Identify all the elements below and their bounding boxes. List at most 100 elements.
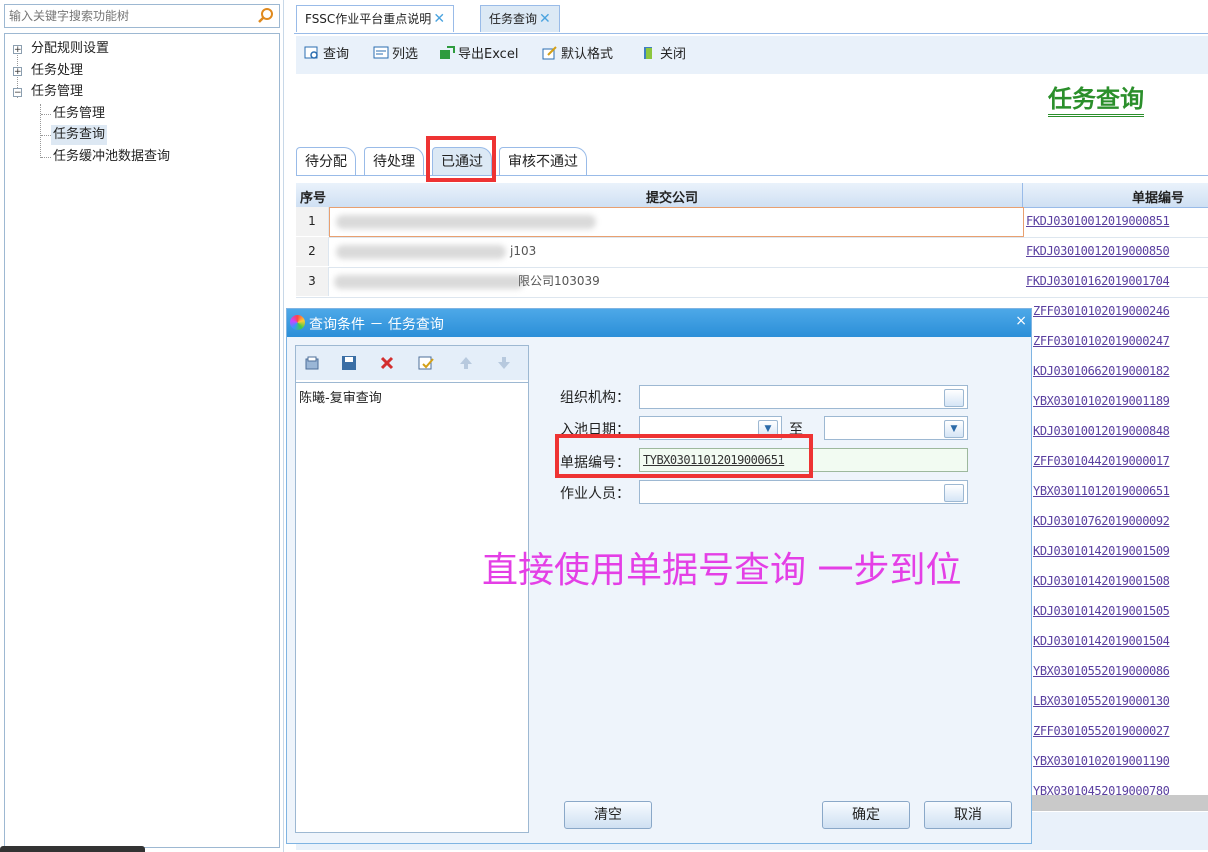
saved-query-toolbar bbox=[296, 346, 528, 380]
tree-item-task-processing[interactable]: 任务处理 bbox=[31, 61, 83, 81]
clear-button[interactable]: 清空 bbox=[564, 801, 652, 829]
query-button[interactable]: 查询 bbox=[304, 45, 349, 65]
tree-item-label: 任务管理 bbox=[31, 84, 84, 99]
worker-label: 作业人员： bbox=[560, 486, 630, 502]
horizontal-scrollbar[interactable] bbox=[1030, 795, 1208, 811]
move-up-icon[interactable] bbox=[458, 355, 474, 371]
tree-search-box[interactable] bbox=[4, 4, 280, 28]
toolbar: 查询 列选 导出Excel 默认格式 关闭 bbox=[296, 36, 1208, 74]
close-icon[interactable]: ✕ bbox=[433, 11, 445, 27]
button-label: 查询 bbox=[323, 47, 350, 62]
bill-no-link[interactable]: YBX03010552019000086 bbox=[1033, 664, 1170, 678]
redacted-text bbox=[334, 275, 524, 289]
tree-item-allocation-rules[interactable]: 分配规则设置 bbox=[31, 39, 109, 59]
ok-button[interactable]: 确定 bbox=[822, 801, 910, 829]
dialog-close-icon[interactable]: × bbox=[1015, 313, 1027, 329]
tree-line bbox=[41, 135, 51, 136]
close-icon[interactable]: ✕ bbox=[539, 11, 551, 27]
row-number: 1 bbox=[296, 207, 329, 236]
search-icon[interactable] bbox=[257, 7, 275, 25]
collapse-icon[interactable]: − bbox=[13, 88, 22, 98]
company-cell: j103 bbox=[510, 244, 537, 258]
saved-query-item[interactable]: 陈曦-复审查询 bbox=[299, 387, 382, 406]
bill-no-link[interactable]: KDJ03010662019000182 bbox=[1033, 364, 1170, 378]
default-format-button[interactable]: 默认格式 bbox=[542, 45, 613, 65]
chevron-down-icon[interactable]: ▼ bbox=[944, 420, 964, 438]
picker-icon[interactable] bbox=[944, 484, 964, 502]
tab-fssc-notes[interactable]: FSSC作业平台重点说明 ✕ bbox=[296, 5, 455, 32]
bill-no-link[interactable]: KDJ03010012019000848 bbox=[1033, 424, 1170, 438]
query-icon bbox=[304, 46, 318, 59]
header-no: 序号 bbox=[300, 191, 327, 206]
company-cell: 限公司103039 bbox=[518, 274, 600, 288]
tab-task-query[interactable]: 任务查询 ✕ bbox=[480, 5, 560, 32]
tree-search-input[interactable] bbox=[5, 5, 263, 27]
subtab-pending-assign[interactable]: 待分配 bbox=[296, 147, 356, 175]
worker-field[interactable] bbox=[639, 480, 968, 504]
org-label: 组织机构： bbox=[560, 390, 630, 406]
bill-no-link[interactable]: FKDJ03010012019000851 bbox=[1026, 214, 1170, 228]
taskbar-fragment bbox=[0, 846, 145, 852]
bill-no-link[interactable]: YBX03011012019000651 bbox=[1033, 484, 1170, 498]
dialog-titlebar[interactable]: 查询条件 － 任务查询 × bbox=[287, 309, 1031, 337]
bill-no-link[interactable]: YBX03010102019001189 bbox=[1033, 394, 1170, 408]
cancel-button[interactable]: 取消 bbox=[924, 801, 1012, 829]
tree-line bbox=[41, 157, 51, 158]
tree-line bbox=[41, 114, 51, 115]
tab-bar: FSSC作业平台重点说明 ✕ 任务查询 ✕ bbox=[294, 0, 1208, 34]
save-icon[interactable] bbox=[341, 355, 357, 371]
tree-item-label: 分配规则设置 bbox=[31, 41, 110, 56]
expand-icon[interactable]: + bbox=[13, 45, 22, 55]
new-query-icon[interactable] bbox=[304, 355, 320, 371]
row-number: 3 bbox=[296, 267, 329, 296]
tree-item-buffer-pool-query[interactable]: 任务缓冲池数据查询 bbox=[53, 147, 170, 167]
org-field[interactable] bbox=[639, 385, 968, 409]
bill-no-link[interactable]: KDJ03010142019001504 bbox=[1033, 634, 1170, 648]
format-icon bbox=[542, 46, 557, 60]
saved-query-list: 陈曦-复审查询 bbox=[296, 382, 528, 833]
tree-item-task-query[interactable]: 任务查询 bbox=[51, 125, 108, 145]
bill-no-link[interactable]: LBX03010552019000130 bbox=[1033, 694, 1170, 708]
column-divider bbox=[1022, 183, 1023, 207]
bill-no-link[interactable]: ZFF03010102019000247 bbox=[1033, 334, 1170, 348]
delete-icon[interactable] bbox=[379, 355, 395, 371]
bill-no-link[interactable]: ZFF03010102019000246 bbox=[1033, 304, 1170, 318]
redacted-text bbox=[336, 245, 506, 259]
tab-label: 任务查询 bbox=[489, 12, 538, 26]
bill-no-link[interactable]: ZFF03010442019000017 bbox=[1033, 454, 1170, 468]
tree-line bbox=[40, 104, 41, 158]
move-down-icon[interactable] bbox=[496, 355, 512, 371]
tree-item-label: 任务处理 bbox=[31, 63, 84, 78]
dialog-title: 查询条件 － 任务查询 bbox=[309, 317, 444, 333]
button-label: 导出Excel bbox=[458, 47, 519, 62]
tree-item-task-manage[interactable]: 任务管理 bbox=[53, 104, 105, 124]
expand-icon[interactable]: + bbox=[13, 67, 22, 77]
header-bill-no: 单据编号 bbox=[1132, 191, 1185, 206]
highlight-box bbox=[555, 434, 813, 478]
subtab-rejected[interactable]: 审核不通过 bbox=[499, 147, 587, 175]
close-button[interactable]: 关闭 bbox=[641, 45, 686, 65]
button-label: 关闭 bbox=[660, 47, 687, 62]
function-tree-panel: + 分配规则设置 + 任务处理 − 任务管理 任务管理 任务查询 任务缓冲池数据… bbox=[0, 0, 284, 852]
bill-no-link[interactable]: ZFF03010552019000027 bbox=[1033, 724, 1170, 738]
subtab-pending-process[interactable]: 待处理 bbox=[364, 147, 424, 175]
function-tree: + 分配规则设置 + 任务处理 − 任务管理 任务管理 任务查询 任务缓冲池数据… bbox=[4, 33, 280, 848]
tree-item-task-management[interactable]: 任务管理 bbox=[31, 82, 83, 102]
bill-no-link[interactable]: KDJ03010762019000092 bbox=[1033, 514, 1170, 528]
date-to-field[interactable]: ▼ bbox=[824, 416, 968, 440]
grid-header: 序号 提交公司 单据编号 bbox=[296, 183, 1208, 208]
button-label: 默认格式 bbox=[561, 47, 614, 62]
bill-no-link[interactable]: FKDJ03010162019001704 bbox=[1026, 274, 1170, 288]
export-excel-button[interactable]: 导出Excel bbox=[439, 45, 518, 65]
edit-icon[interactable] bbox=[418, 355, 434, 371]
bill-no-link[interactable]: KDJ03010142019001505 bbox=[1033, 604, 1170, 618]
bill-no-link[interactable]: KDJ03010142019001508 bbox=[1033, 574, 1170, 588]
annotation-text: 直接使用单据号查询 一步到位 bbox=[482, 550, 962, 591]
bill-no-link[interactable]: YBX03010102019001190 bbox=[1033, 754, 1170, 768]
picker-icon[interactable] bbox=[944, 389, 964, 407]
bill-no-link[interactable]: FKDJ03010012019000850 bbox=[1026, 244, 1170, 258]
column-select-button[interactable]: 列选 bbox=[373, 45, 418, 65]
bill-no-link[interactable]: KDJ03010142019001509 bbox=[1033, 544, 1170, 558]
columns-icon bbox=[373, 46, 389, 59]
tree-item-label: 任务缓冲池数据查询 bbox=[53, 149, 171, 164]
